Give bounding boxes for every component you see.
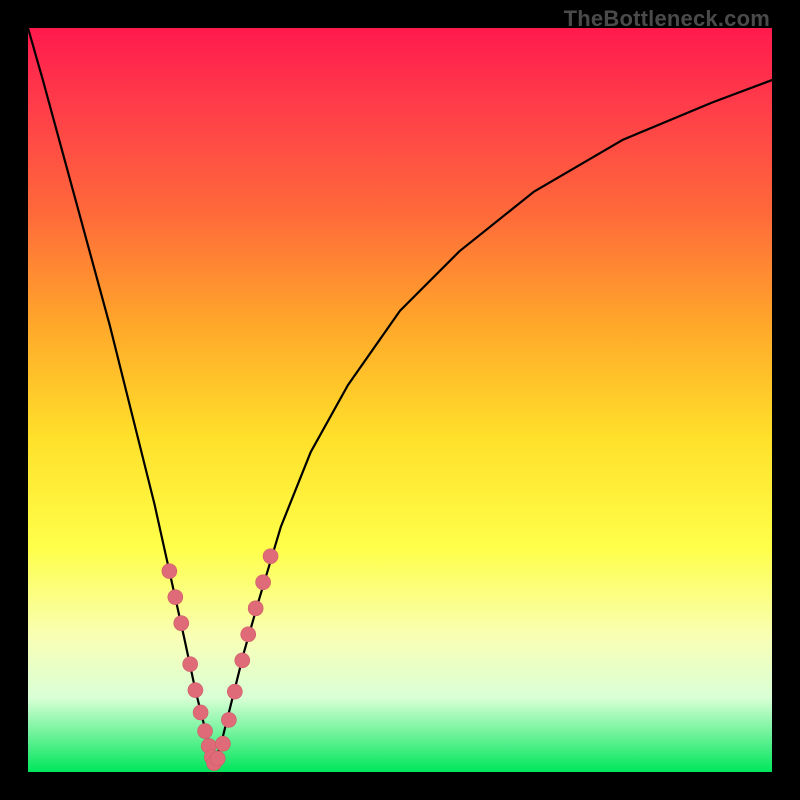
marker-dot	[241, 627, 256, 642]
bottleneck-curve	[28, 28, 772, 765]
marker-dot	[227, 684, 242, 699]
marker-dot	[198, 724, 213, 739]
marker-dot	[193, 705, 208, 720]
marker-dot	[263, 549, 278, 564]
chart-frame: TheBottleneck.com	[0, 0, 800, 800]
marker-dot	[183, 657, 198, 672]
marker-dot	[235, 653, 250, 668]
chart-svg	[28, 28, 772, 772]
marker-dot	[162, 564, 177, 579]
marker-dot	[221, 712, 236, 727]
marker-dot	[248, 601, 263, 616]
marker-dot	[174, 616, 189, 631]
marker-dot	[210, 751, 225, 766]
marker-dot	[256, 575, 271, 590]
marker-dot	[215, 736, 230, 751]
marker-cluster	[162, 549, 278, 771]
watermark-text: TheBottleneck.com	[564, 6, 770, 32]
marker-dot	[168, 590, 183, 605]
plot-area	[28, 28, 772, 772]
marker-dot	[188, 683, 203, 698]
